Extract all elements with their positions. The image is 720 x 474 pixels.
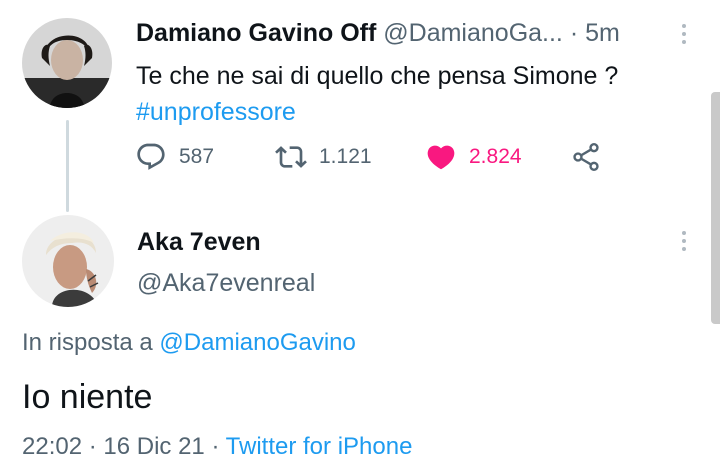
tweet-text: Te che ne sai di quello che pensa Simone… [136, 58, 618, 130]
retweet-icon [275, 146, 307, 168]
tweet-metadata: 22:02 · 16 Dic 21 · Twitter for iPhone [22, 430, 412, 464]
tweet-timestamp[interactable]: 22:02 · 16 Dic 21 · [22, 433, 226, 460]
retweet-button[interactable]: 1.121 [275, 140, 372, 174]
share-button[interactable] [570, 140, 602, 174]
share-icon [573, 143, 599, 171]
scrollbar[interactable] [711, 92, 720, 324]
header-separator: · [569, 19, 579, 47]
like-button[interactable]: 2.824 [425, 140, 522, 174]
reply-author-handle[interactable]: @Aka7evenreal [137, 266, 315, 300]
reply-author-name[interactable]: Aka 7even [137, 225, 261, 259]
avatar[interactable] [22, 215, 114, 307]
avatar[interactable] [22, 18, 112, 108]
avatar-image [22, 18, 112, 108]
tweet-body: Te che ne sai di quello che pensa Simone… [136, 62, 619, 90]
reply-count: 587 [179, 145, 215, 168]
more-options-icon[interactable] [681, 231, 687, 255]
tweet-header: Damiano Gavino Off @DamianoGa... · 5m [136, 16, 690, 50]
replying-to: In risposta a @DamianoGavino [22, 326, 356, 360]
author-name[interactable]: Damiano Gavino Off [136, 19, 376, 47]
reply-text: Io niente [22, 378, 153, 416]
replying-to-mention[interactable]: @DamianoGavino [159, 329, 355, 356]
author-handle[interactable]: @DamianoGa... [383, 19, 563, 47]
tweet-time[interactable]: 5m [585, 19, 620, 47]
reply-icon [137, 143, 165, 170]
tweet-source[interactable]: Twitter for iPhone [226, 433, 413, 460]
replying-to-label: In risposta a [22, 329, 153, 356]
more-options-icon[interactable] [681, 24, 687, 48]
like-count: 2.824 [469, 145, 522, 168]
thread-connector-line [66, 120, 69, 212]
heart-icon [427, 145, 455, 170]
avatar-image [22, 215, 114, 307]
retweet-count: 1.121 [319, 145, 372, 168]
hashtag-link[interactable]: #unprofessore [136, 94, 618, 130]
reply-button[interactable]: 587 [135, 140, 214, 174]
